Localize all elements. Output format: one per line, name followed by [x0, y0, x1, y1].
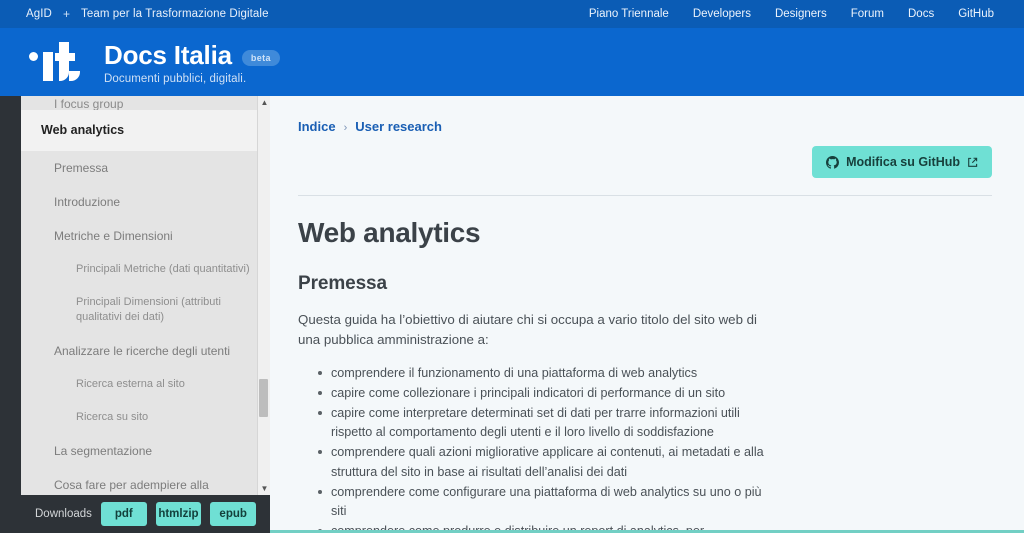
sidebar-item-introduzione[interactable]: Introduzione — [21, 185, 270, 219]
topbar-link-team-trasformazione-digitale[interactable]: Team per la Trasformazione Digitale — [81, 8, 269, 20]
scrollbar-thumb[interactable] — [259, 379, 268, 417]
topbar-link-agid[interactable]: AgID — [26, 8, 52, 20]
downloads-bar: Downloads pdf htmlzip epub — [21, 495, 270, 533]
sidebar-item-analizzare-le-ricerche-degli-utenti[interactable]: Analizzare le ricerche degli utenti — [21, 334, 270, 368]
breadcrumb-item-indice[interactable]: Indice — [298, 119, 336, 134]
github-icon — [826, 155, 840, 169]
sidebar-item-principali-metriche[interactable]: Principali Metriche (dati quantitativi) — [21, 253, 270, 286]
list-item: capire come interpretare determinati set… — [318, 404, 768, 442]
logo-dot-shape — [29, 52, 38, 61]
docs-italia-logo-icon[interactable] — [28, 39, 88, 85]
download-htmlzip-button[interactable]: htmlzip — [155, 502, 202, 526]
page-root: AgID + Team per la Trasformazione Digita… — [0, 0, 1024, 533]
content-divider — [298, 195, 992, 196]
list-item: comprendere il funzionamento di una piat… — [318, 364, 768, 383]
list-item: comprendere come produrre e distribuire … — [318, 522, 768, 530]
sidebar-item-la-segmentazione[interactable]: La segmentazione — [21, 434, 270, 468]
topbar-link-docs[interactable]: Docs — [896, 2, 946, 30]
beta-badge: beta — [241, 50, 280, 66]
topbar-plus-separator: + — [62, 7, 70, 21]
sidebar-item-i-focus-group[interactable]: I focus group — [21, 96, 270, 110]
sidebar-scroll-area[interactable]: I focus group Web analytics Premessa Int… — [21, 96, 270, 495]
downloads-label: Downloads — [35, 508, 92, 520]
top-utility-bar: AgID + Team per la Trasformazione Digita… — [0, 0, 1024, 30]
list-item: capire come collezionare i principali in… — [318, 384, 768, 403]
topbar-right-nav: Piano Triennale Developers Designers For… — [577, 2, 1006, 30]
download-pdf-button[interactable]: pdf — [100, 502, 147, 526]
sidebar-scrollbar[interactable]: ▲ ▼ — [257, 96, 270, 495]
logo-letter-t-crossbar — [55, 53, 75, 61]
page-title: Web analytics — [298, 217, 481, 248]
sidebar-item-metriche-e-dimensioni[interactable]: Metriche e Dimensioni — [21, 219, 270, 253]
logo-letter-i — [43, 52, 53, 81]
breadcrumb-separator-icon: › — [343, 122, 348, 134]
topbar-link-developers[interactable]: Developers — [681, 2, 763, 26]
scroll-up-arrow-icon[interactable]: ▲ — [258, 96, 270, 109]
edit-button-row: Modifica su GitHub — [298, 146, 992, 178]
sidebar-item-ricerca-su-sito[interactable]: Ricerca su sito — [21, 401, 270, 434]
objectives-list: comprendere il funzionamento di una piat… — [298, 364, 768, 530]
site-title[interactable]: Docs Italia — [104, 40, 232, 71]
edit-on-github-button[interactable]: Modifica su GitHub — [812, 146, 992, 178]
intro-paragraph: Questa guida ha l’obiettivo di aiutare c… — [298, 312, 758, 347]
topbar-link-github[interactable]: GitHub — [946, 2, 1006, 26]
list-item: comprendere come configurare una piattaf… — [318, 483, 768, 521]
breadcrumb: Indice › User research — [298, 116, 992, 134]
site-subtitle: Documenti pubblici, digitali. — [104, 72, 247, 85]
sidebar-item-premessa[interactable]: Premessa — [21, 151, 270, 185]
topbar-left-group: AgID + Team per la Trasformazione Digita… — [26, 7, 269, 21]
sidebar-nav-list: I focus group Web analytics Premessa Int… — [21, 96, 270, 495]
topbar-link-forum[interactable]: Forum — [839, 2, 896, 26]
section-heading-premessa: Premessa — [298, 273, 387, 294]
logo-letter-t — [59, 42, 80, 81]
brand-title-row: Docs Italia beta — [104, 40, 280, 71]
topbar-link-designers[interactable]: Designers — [763, 2, 839, 26]
sidebar-item-cosa-fare-normativa-cookie[interactable]: Cosa fare per adempiere alla normativa s… — [21, 468, 270, 495]
main-content-inner: Indice › User research Modifica su GitHu… — [270, 96, 1024, 530]
main-content: Indice › User research Modifica su GitHu… — [270, 96, 1024, 533]
list-item: comprendere quali azioni migliorative ap… — [318, 443, 768, 481]
edit-on-github-label: Modifica su GitHub — [846, 155, 960, 169]
site-header: Docs Italia beta Documenti pubblici, dig… — [0, 28, 1024, 96]
download-epub-button[interactable]: epub — [210, 502, 257, 526]
scroll-down-arrow-icon[interactable]: ▼ — [258, 482, 270, 495]
sidebar-item-ricerca-esterna-al-sito[interactable]: Ricerca esterna al sito — [21, 368, 270, 401]
left-dark-rail — [0, 96, 21, 533]
external-link-icon — [967, 157, 978, 168]
sidebar-item-principali-dimensioni[interactable]: Principali Dimensioni (attributi qualita… — [21, 286, 270, 334]
brand-text-block: Docs Italia beta Documenti pubblici, dig… — [104, 40, 280, 85]
breadcrumb-item-user-research[interactable]: User research — [355, 119, 442, 134]
sidebar: I focus group Web analytics Premessa Int… — [21, 96, 270, 533]
topbar-link-piano-triennale[interactable]: Piano Triennale — [577, 2, 681, 26]
sidebar-item-web-analytics[interactable]: Web analytics — [21, 110, 270, 151]
